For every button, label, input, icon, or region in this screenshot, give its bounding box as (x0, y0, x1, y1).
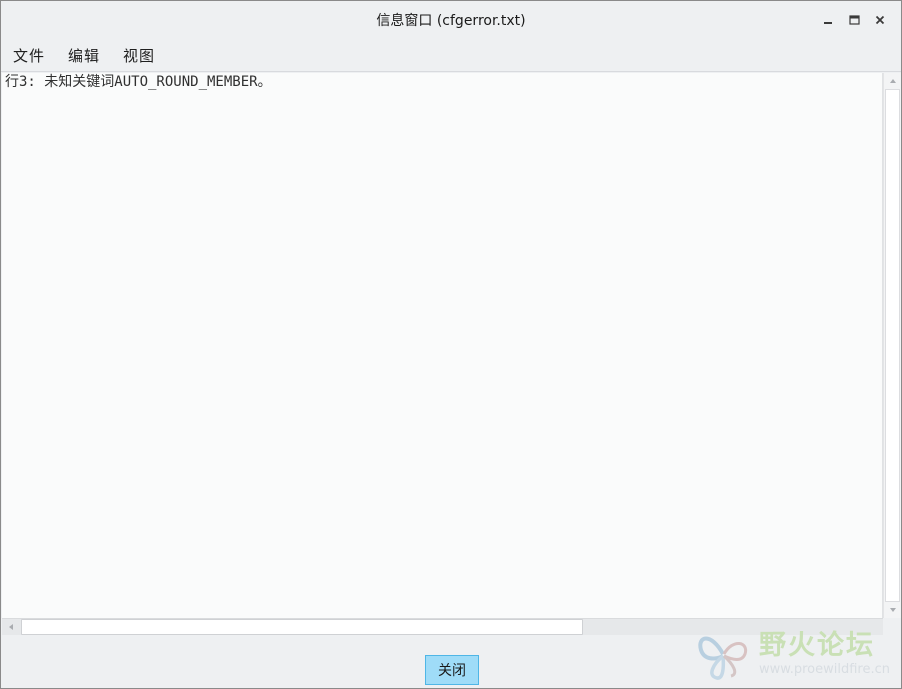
window-title: 信息窗口 (cfgerror.txt) (376, 13, 526, 29)
menu-file[interactable]: 文件 (13, 45, 45, 66)
menu-view[interactable]: 视图 (123, 45, 155, 66)
minimize-button[interactable] (815, 10, 841, 30)
close-button[interactable]: 关闭 (425, 655, 479, 685)
triangle-down-icon (889, 608, 896, 612)
footer-bar: 关闭 (1, 635, 901, 688)
vertical-scroll-thumb[interactable] (885, 89, 900, 602)
maximize-icon (848, 15, 860, 25)
close-icon (875, 15, 885, 25)
menu-edit[interactable]: 编辑 (68, 45, 100, 66)
horizontal-scrollbar[interactable] (2, 618, 883, 635)
title-bar[interactable]: 信息窗口 (cfgerror.txt) (1, 1, 901, 39)
scroll-left-button[interactable] (2, 619, 20, 635)
horizontal-scroll-thumb[interactable] (21, 619, 583, 635)
vertical-scrollbar[interactable] (883, 73, 901, 618)
triangle-up-icon (889, 79, 896, 83)
scroll-up-button[interactable] (884, 73, 901, 89)
text-line: 行3: 未知关键词AUTO_ROUND_MEMBER。 (5, 74, 272, 90)
minimize-icon (824, 22, 832, 24)
menu-bar: 文件 编辑 视图 (1, 39, 901, 72)
close-window-button[interactable] (867, 10, 893, 30)
info-window: 信息窗口 (cfgerror.txt) 文件 编辑 视图 行3: 未知关键词AU… (0, 0, 902, 689)
info-text-area[interactable]: 行3: 未知关键词AUTO_ROUND_MEMBER。 (2, 73, 883, 618)
window-controls (815, 10, 893, 30)
scroll-down-button[interactable] (884, 602, 901, 618)
triangle-left-icon (9, 624, 13, 630)
maximize-button[interactable] (841, 10, 867, 30)
